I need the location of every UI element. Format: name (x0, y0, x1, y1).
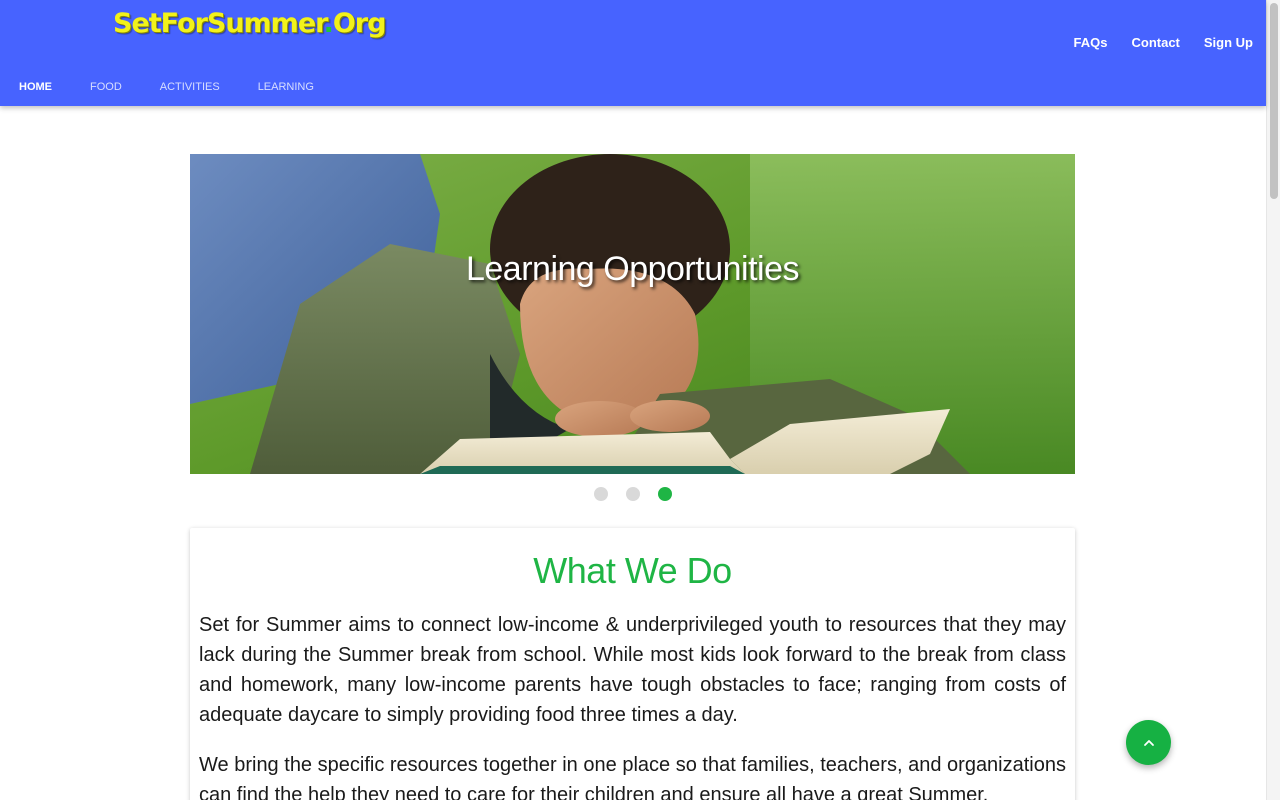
main-nav: HOME FOOD ACTIVITIES LEARNING (0, 78, 333, 98)
secondary-nav: FAQs Contact Sign Up (1062, 35, 1253, 51)
about-paragraph: Set for Summer aims to connect low-incom… (199, 614, 1066, 726)
page: SetForSummer.Org FAQs Contact Sign Up HO… (0, 0, 1280, 800)
page-scrollbar[interactable] (1266, 0, 1280, 800)
logo-main-text: SetForSummer (113, 8, 325, 39)
hero-carousel[interactable]: Learning Opportunities (190, 154, 1075, 474)
carousel-indicators (0, 487, 1266, 501)
carousel-dot-2[interactable] (626, 487, 640, 501)
nav-link-faqs[interactable]: FAQs (1062, 35, 1120, 51)
scroll-to-top-button[interactable] (1126, 720, 1171, 765)
carousel-slide-image (190, 154, 1075, 474)
scrollbar-thumb[interactable] (1270, 3, 1278, 199)
top-navbar: SetForSummer.Org FAQs Contact Sign Up HO… (0, 0, 1266, 106)
logo-dot: . (323, 8, 334, 39)
carousel-dot-1[interactable] (594, 487, 608, 501)
nav-tab-home[interactable]: HOME (0, 78, 71, 98)
nav-link-sign-up[interactable]: Sign Up (1192, 35, 1253, 51)
logo-tld-text: Org (332, 8, 387, 39)
nav-tab-learning[interactable]: LEARNING (239, 78, 333, 98)
chevron-up-icon (1143, 739, 1154, 746)
section-title: What We Do (533, 550, 732, 591)
what-we-do-card: What We Do Set for Summer aims to connec… (190, 528, 1075, 800)
nav-tab-activities[interactable]: ACTIVITIES (141, 78, 239, 98)
nav-link-contact[interactable]: Contact (1120, 35, 1192, 51)
site-logo[interactable]: SetForSummer.Org (113, 8, 387, 39)
carousel-caption: Learning Opportunities (465, 250, 800, 288)
carousel-dot-3[interactable] (658, 487, 672, 501)
nav-tab-food[interactable]: FOOD (71, 78, 141, 98)
card-body: Set for Summer aims to connect low-incom… (199, 610, 1066, 800)
about-paragraph: We bring the specific resources together… (199, 754, 1066, 800)
